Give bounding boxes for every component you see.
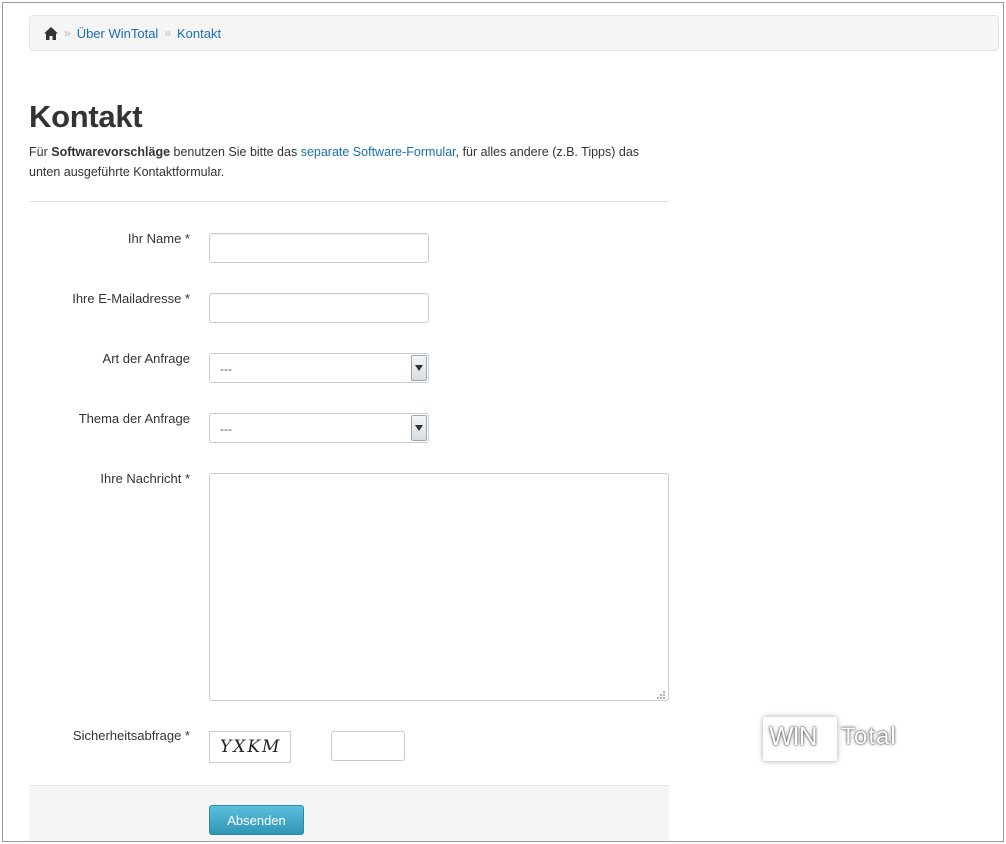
chevron-down-icon[interactable] xyxy=(411,415,427,441)
submit-button[interactable]: Absenden xyxy=(209,805,304,835)
captcha-label: Sicherheitsabfrage * xyxy=(72,728,190,743)
request-topic-value: --- xyxy=(220,422,232,436)
name-label: Ihr Name * xyxy=(127,231,190,246)
request-type-select[interactable]: --- xyxy=(209,353,429,383)
page-title: Kontakt xyxy=(29,99,143,134)
captcha-input[interactable] xyxy=(331,731,405,761)
resize-grip-icon[interactable] xyxy=(656,688,666,699)
home-icon[interactable] xyxy=(44,26,58,40)
request-topic-select[interactable]: --- xyxy=(209,413,429,443)
watermark-text-win: WIN xyxy=(769,721,818,751)
email-label: Ihre E-Mailadresse * xyxy=(72,291,190,306)
message-textarea[interactable] xyxy=(209,473,669,701)
divider xyxy=(29,201,669,202)
intro-bold: Softwarevorschläge xyxy=(51,145,171,159)
request-topic-label: Thema der Anfrage xyxy=(78,411,190,426)
wintotal-watermark: WIN Total xyxy=(761,709,913,765)
message-label: Ihre Nachricht * xyxy=(100,471,190,486)
chevron-down-icon[interactable] xyxy=(411,355,427,381)
intro-text: Für Softwarevorschläge benutzen Sie bitt… xyxy=(29,145,640,179)
breadcrumb-separator: » xyxy=(64,26,71,40)
breadcrumb-link-ueber-wintotal[interactable]: Über WinTotal xyxy=(77,26,159,41)
request-type-value: --- xyxy=(220,362,232,376)
form-actions xyxy=(29,785,669,841)
breadcrumb-separator: » xyxy=(164,26,172,40)
browser-frame: » Über WinTotal » Kontakt Kontakt Für So… xyxy=(2,2,1004,842)
request-type-label: Art der Anfrage xyxy=(102,351,190,366)
email-field[interactable] xyxy=(209,293,429,323)
breadcrumb-link-kontakt[interactable]: Kontakt xyxy=(177,26,221,41)
software-form-link[interactable]: separate Software-Formular xyxy=(301,145,456,159)
captcha-image: YXKM xyxy=(209,731,291,763)
watermark-text-total: Total xyxy=(841,723,897,750)
name-field[interactable] xyxy=(209,233,429,263)
breadcrumb: » Über WinTotal » Kontakt xyxy=(29,15,999,51)
